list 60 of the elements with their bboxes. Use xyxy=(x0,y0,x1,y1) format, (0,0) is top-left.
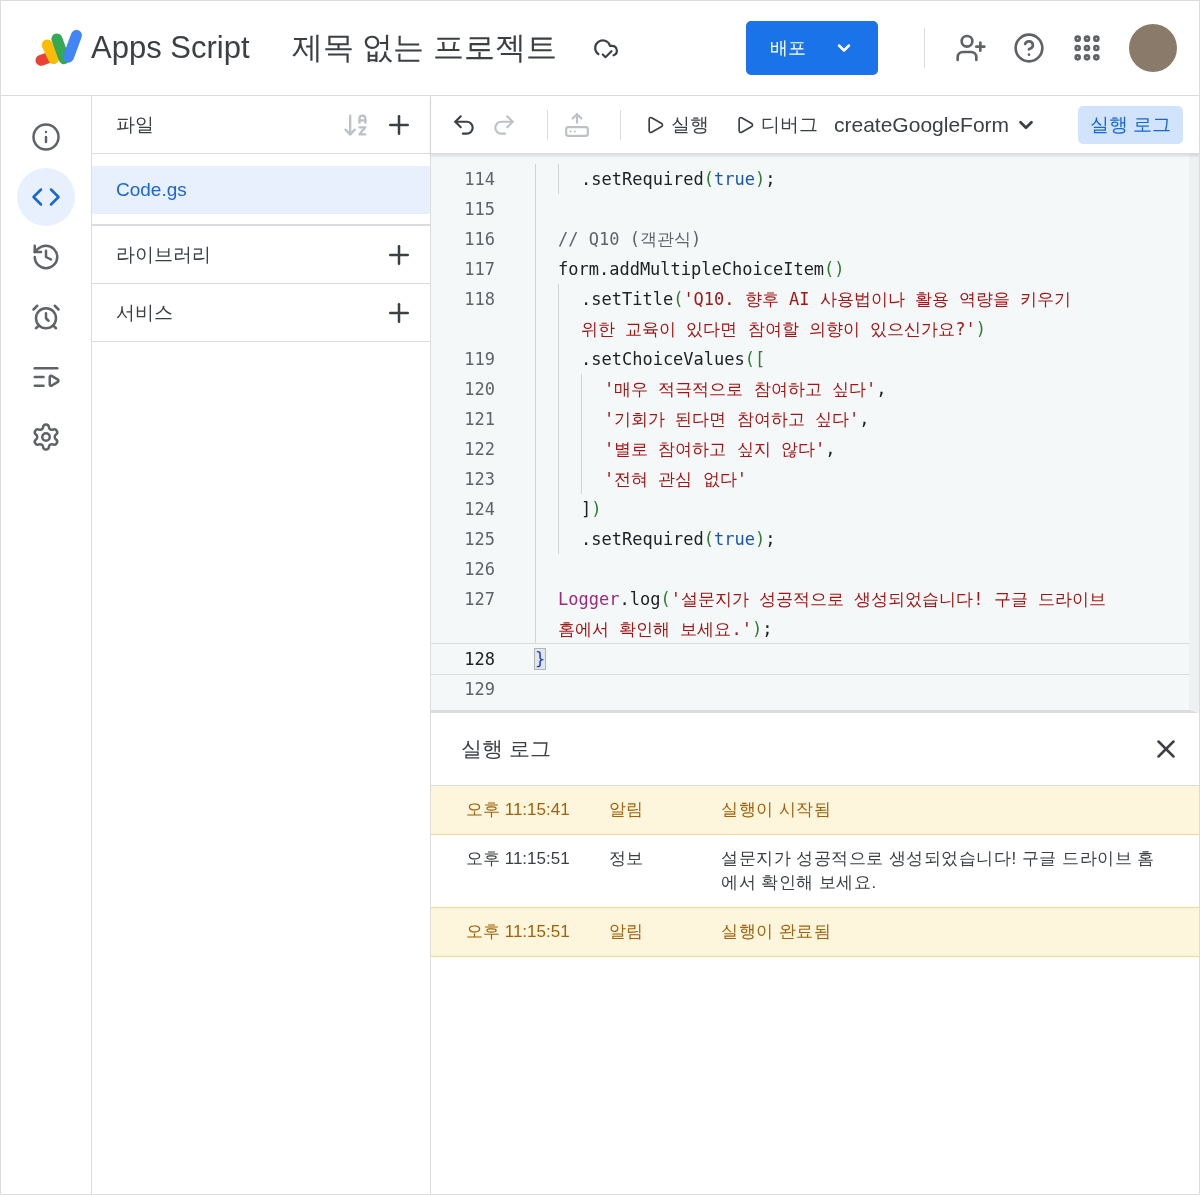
line-number: 121 xyxy=(463,408,496,431)
code-line: // Q10 (객관식) xyxy=(558,228,703,251)
line-number: 118 xyxy=(463,288,496,311)
deploy-button[interactable]: 배포 xyxy=(746,21,878,75)
code-line: form.addMultipleChoiceItem() xyxy=(558,258,846,281)
code-line: .setTitle('Q10. 향후 AI 사용법이나 활용 역량을 키우기 위한 교육이 있다면 참여할 의향이 있으신가요?') xyxy=(581,288,1073,341)
line-number: 114 xyxy=(463,168,496,191)
history-icon xyxy=(31,242,61,272)
add-person-icon[interactable] xyxy=(955,32,987,64)
section-heading: 라이브러리 xyxy=(116,242,212,267)
log-message: 실행이 완료됨 xyxy=(721,921,833,943)
code-line: .setChoiceValues([ xyxy=(581,348,767,371)
line-number: 117 xyxy=(463,258,496,281)
log-message: 설문지가 성공적으로 생성되었습니다! 구글 드라이브 홈에서 확인해 보세요. xyxy=(721,848,1156,894)
section-heading: 서비스 xyxy=(116,300,174,325)
code-line: .setRequired(true); xyxy=(581,528,777,551)
play-icon xyxy=(645,114,665,135)
logo-icon xyxy=(33,27,83,69)
log-title: 실행 로그 xyxy=(461,736,551,762)
line-number: 115 xyxy=(463,198,496,221)
line-number: 125 xyxy=(463,528,496,551)
apps-grid-icon[interactable] xyxy=(1071,32,1103,64)
code-line: '전혀 관심 없다' xyxy=(604,468,748,491)
run-button[interactable]: 실행 xyxy=(637,111,717,138)
log-level: 알림 xyxy=(609,921,644,943)
code-line: '매우 적극적으로 참여하고 싶다', xyxy=(604,378,888,401)
play-icon xyxy=(735,114,755,135)
code-line: ]) xyxy=(581,498,603,521)
settings-icon xyxy=(31,422,61,452)
log-time: 오후 11:15:51 xyxy=(466,921,571,943)
line-number: 126 xyxy=(463,558,496,581)
code-line: '기회가 된다면 참여하고 싶다', xyxy=(604,408,871,431)
line-number: 124 xyxy=(463,498,496,521)
debug-button[interactable]: 디버그 xyxy=(727,111,826,138)
info-icon xyxy=(31,122,61,152)
help-icon[interactable] xyxy=(1013,32,1045,64)
line-number: 122 xyxy=(463,438,496,461)
log-level: 알림 xyxy=(609,799,644,821)
file-item[interactable]: Code.gs xyxy=(92,166,430,214)
code-line: '별로 참여하고 싶지 않다', xyxy=(604,438,837,461)
code-line: Logger.log('설문지가 성공적으로 생성되었습니다! 구글 드라이브 홈에서 확인해 보세요.'); xyxy=(558,588,1108,641)
product-name: Apps Script xyxy=(91,30,250,66)
function-select[interactable]: createGoogleForm xyxy=(826,112,1046,137)
line-number: 129 xyxy=(463,678,496,701)
line-number: 116 xyxy=(463,228,496,251)
project-title[interactable]: 제목 없는 프로젝트 xyxy=(291,27,557,69)
line-number: 123 xyxy=(463,468,496,491)
log-level: 정보 xyxy=(609,848,644,870)
log-time: 오후 11:15:51 xyxy=(466,848,571,870)
triggers-icon xyxy=(31,302,61,332)
log-time: 오후 11:15:41 xyxy=(466,799,571,821)
code-line: .setRequired(true); xyxy=(581,168,777,191)
line-number: 119 xyxy=(463,348,496,371)
avatar[interactable] xyxy=(1129,24,1177,72)
line-number: 127 xyxy=(463,588,496,611)
files-heading: 파일 xyxy=(116,112,155,137)
line-number: 120 xyxy=(463,378,496,401)
log-message: 실행이 시작됨 xyxy=(721,799,833,821)
execution-log-button[interactable]: 실행 로그 xyxy=(1077,105,1183,144)
line-number: 128 xyxy=(463,648,496,671)
